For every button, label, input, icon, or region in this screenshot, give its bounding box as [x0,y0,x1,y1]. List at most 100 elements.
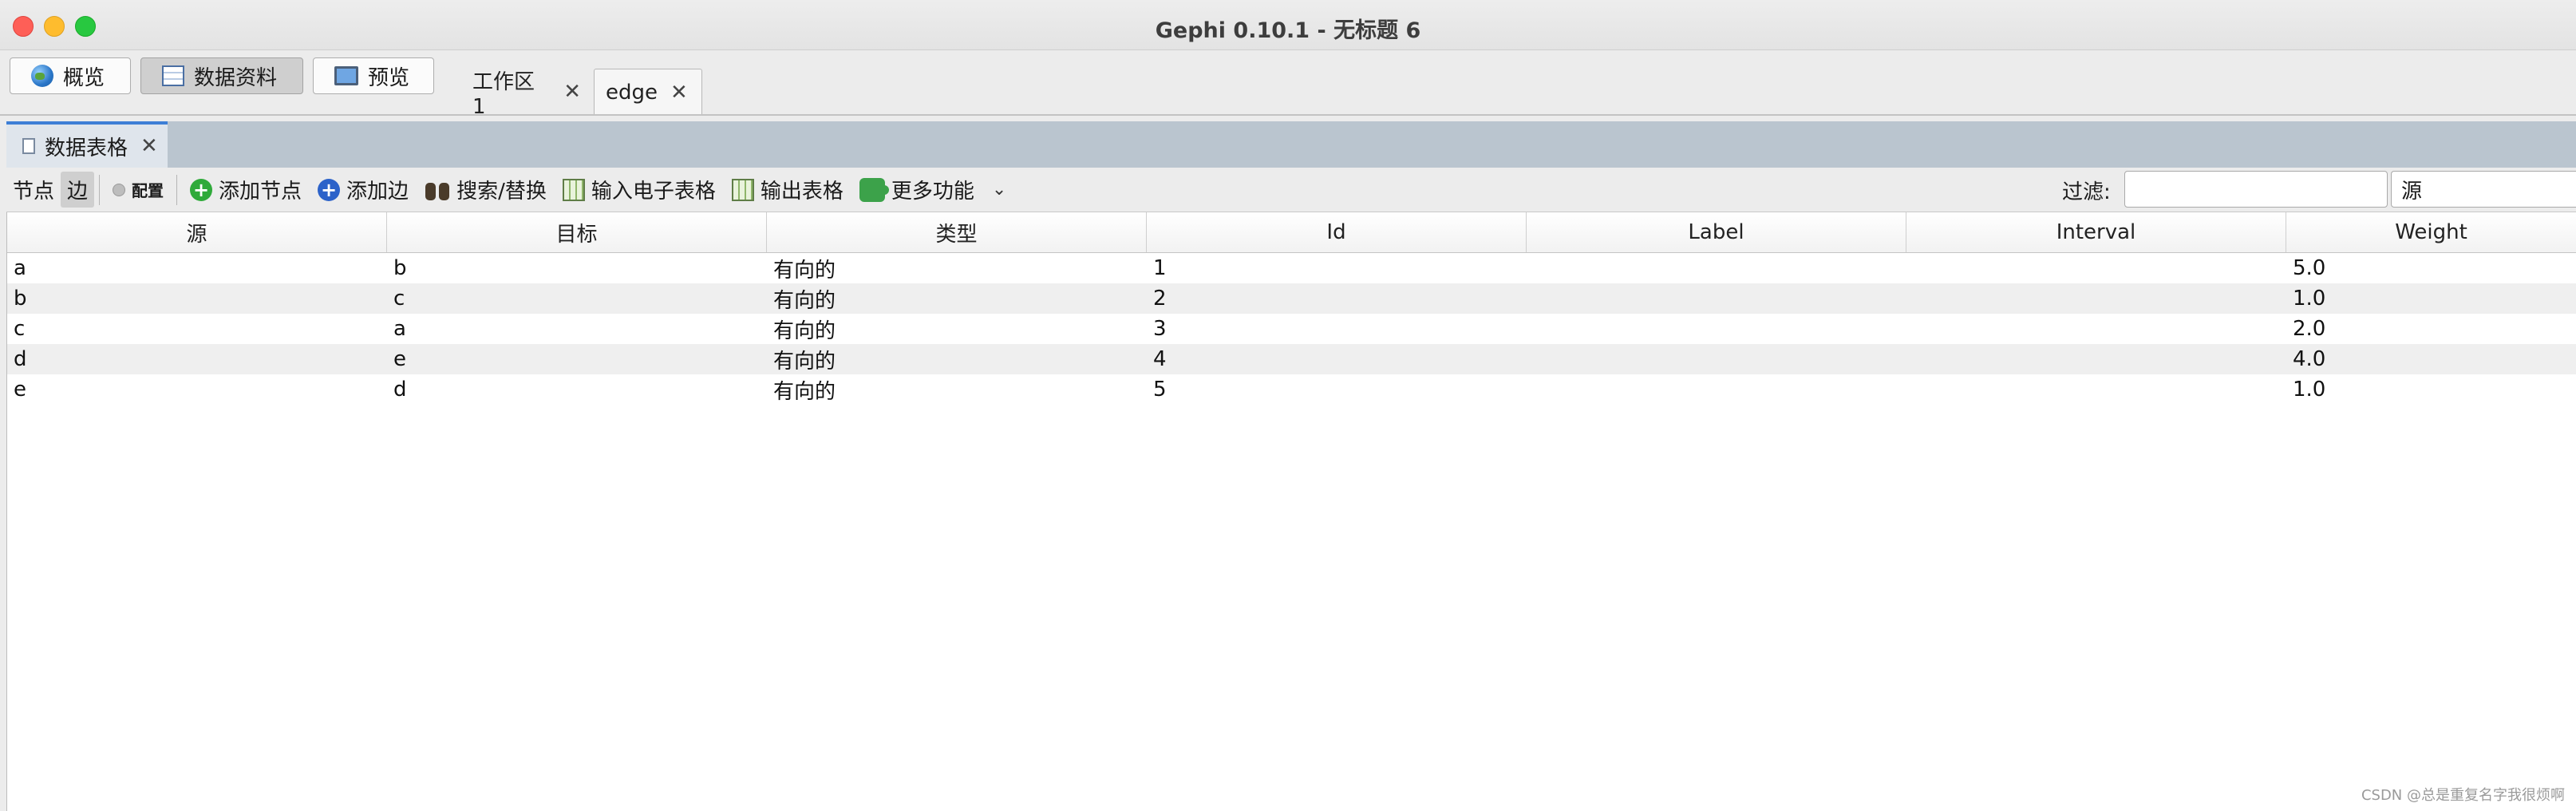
export-table-label: 输出表格 [760,180,844,204]
cell-weight[interactable]: 2.0 [2286,314,2576,344]
search-replace-label: 搜索/替换 [456,180,547,204]
column-header-label[interactable]: Label [1527,212,1906,252]
cell-source[interactable]: e [7,374,387,405]
cell-id[interactable]: 5 [1147,374,1527,405]
column-header-type[interactable]: 类型 [767,212,1147,252]
window-title: Gephi 0.10.1 - 无标题 6 [1155,18,1421,43]
document-icon [22,138,35,154]
mode-data-laboratory-button[interactable]: 数据资料 [140,57,303,94]
filter-column-value: 源 [2401,179,2423,204]
table-row[interactable]: c a 有向的 3 2.0 [7,314,2576,344]
export-table-button[interactable]: 输出表格 [724,175,851,204]
close-tab-icon[interactable]: ✕ [140,134,158,158]
cell-source[interactable]: c [7,314,387,344]
tab-workspace-1-label: 工作区 1 [472,69,535,119]
cell-type[interactable]: 有向的 [767,283,1147,314]
watermark: CSDN @总是重复名字我很烦啊 [2361,787,2565,804]
toolbar-separator [176,174,178,205]
monitor-icon [334,66,358,85]
globe-icon [31,65,53,87]
cell-interval[interactable] [1906,374,2286,405]
spreadsheet-import-icon [562,178,585,201]
table-row[interactable]: a b 有向的 1 5.0 [7,253,2576,283]
cell-label[interactable] [1527,374,1906,405]
title-bar: Gephi 0.10.1 - 无标题 6 [0,0,2576,50]
tab-workspace-1[interactable]: 工作区 1 ✕ [461,69,592,119]
column-header-weight[interactable]: Weight [2286,212,2576,252]
more-actions-button[interactable]: 更多功能 ⌄ [851,175,1014,204]
cell-interval[interactable] [1906,314,2286,344]
cell-type[interactable]: 有向的 [767,314,1147,344]
cell-source[interactable]: b [7,283,387,314]
mode-preview-label: 预览 [368,65,410,90]
table-header: 源 目标 类型 Id Label Interval Weight [7,212,2576,253]
tab-divider [0,114,2576,116]
cell-id[interactable]: 3 [1147,314,1527,344]
table-row[interactable]: b c 有向的 2 1.0 [7,283,2576,314]
column-header-id[interactable]: Id [1147,212,1527,252]
config-label: 配置 [132,181,164,200]
cell-id[interactable]: 1 [1147,253,1527,283]
cell-label[interactable] [1527,283,1906,314]
import-spreadsheet-button[interactable]: 输入电子表格 [555,175,724,204]
add-node-label: 添加节点 [219,180,302,204]
mode-overview-label: 概览 [63,65,105,90]
add-green-icon: + [190,178,213,201]
cell-target[interactable]: e [387,344,767,374]
add-blue-icon: + [318,178,341,201]
filter-column-select[interactable]: 源 [2391,171,2576,208]
cell-target[interactable]: a [387,314,767,344]
search-replace-button[interactable]: 搜索/替换 [417,175,555,204]
more-actions-label: 更多功能 [891,180,974,204]
cell-label[interactable] [1527,253,1906,283]
close-tab-icon[interactable]: ✕ [670,81,688,105]
edges-table: 源 目标 类型 Id Label Interval Weight a b 有向的… [6,212,2576,811]
cell-label[interactable] [1527,314,1906,344]
table-row[interactable]: d e 有向的 4 4.0 [7,344,2576,374]
cell-id[interactable]: 2 [1147,283,1527,314]
tab-data-table[interactable]: 数据表格 ✕ [6,121,168,168]
cell-label[interactable] [1527,344,1906,374]
cell-type[interactable]: 有向的 [767,253,1147,283]
data-table-toolbar: 节点 边 配置 + 添加节点 + 添加边 搜索/替换 输入电子表格 输出表格 更… [6,168,2576,212]
add-edge-label: 添加边 [346,180,409,204]
cell-weight[interactable]: 5.0 [2286,253,2576,283]
add-edge-button[interactable]: + 添加边 [310,175,417,204]
cell-interval[interactable] [1906,253,2286,283]
column-header-source[interactable]: 源 [7,212,387,252]
panel-header-strip [6,121,2576,168]
cell-interval[interactable] [1906,283,2286,314]
close-tab-icon[interactable]: ✕ [563,80,581,104]
column-header-interval[interactable]: Interval [1906,212,2286,252]
cell-source[interactable]: a [7,253,387,283]
add-node-button[interactable]: + 添加节点 [182,175,310,204]
cell-weight[interactable]: 1.0 [2286,374,2576,405]
mode-data-laboratory-label: 数据资料 [194,65,278,90]
mode-overview-button[interactable]: 概览 [10,57,131,94]
column-header-target[interactable]: 目标 [387,212,767,252]
binoculars-icon [425,180,450,200]
filter-input[interactable] [2124,171,2388,208]
import-spreadsheet-label: 输入电子表格 [591,180,716,204]
table-icon [162,65,184,86]
tab-edge-label: edge [606,80,658,105]
mode-preview-button[interactable]: 预览 [313,57,434,94]
tab-data-table-label: 数据表格 [45,136,128,160]
cell-target[interactable]: c [387,283,767,314]
cell-target[interactable]: d [387,374,767,405]
cell-target[interactable]: b [387,253,767,283]
table-row[interactable]: e d 有向的 5 1.0 [7,374,2576,405]
cell-weight[interactable]: 4.0 [2286,344,2576,374]
cell-type[interactable]: 有向的 [767,344,1147,374]
cell-source[interactable]: d [7,344,387,374]
cell-interval[interactable] [1906,344,2286,374]
cell-id[interactable]: 4 [1147,344,1527,374]
edges-toggle[interactable]: 边 [61,172,95,208]
chevron-down-icon: ⌄ [991,180,1007,200]
cell-type[interactable]: 有向的 [767,374,1147,405]
spreadsheet-export-icon [731,178,754,201]
config-button[interactable]: 配置 [105,178,172,201]
nodes-toggle[interactable]: 节点 [6,172,61,208]
cell-weight[interactable]: 1.0 [2286,283,2576,314]
tab-edge[interactable]: edge ✕ [594,69,702,115]
